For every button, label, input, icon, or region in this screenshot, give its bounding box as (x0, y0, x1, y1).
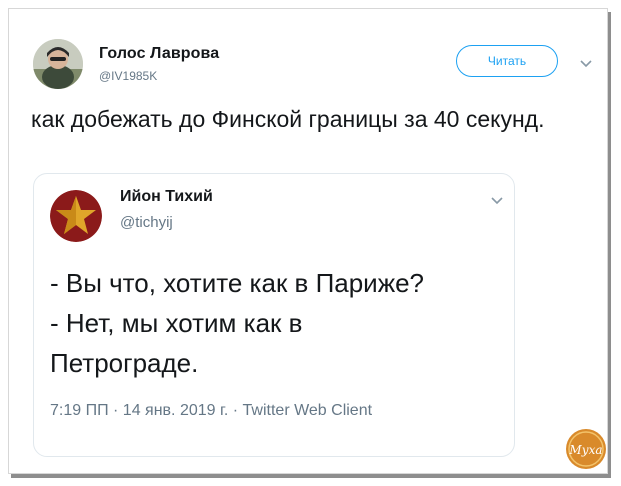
quoted-text-line: Петрограде. (50, 348, 199, 378)
follow-button[interactable]: Читать (456, 45, 558, 77)
quoted-tweet[interactable]: Ийон Тихий @tichyij - Вы что, хотите как… (33, 173, 515, 457)
quoted-author-avatar[interactable] (50, 190, 102, 242)
chevron-down-icon[interactable] (490, 196, 504, 206)
watermark-logo: Муха (564, 427, 608, 471)
author-avatar[interactable] (33, 39, 83, 89)
chevron-down-icon[interactable] (579, 59, 593, 69)
author-avatar-image (33, 39, 83, 89)
quoted-author-name[interactable]: Ийон Тихий (120, 188, 213, 206)
quoted-author-handle[interactable]: @tichyij (120, 214, 173, 231)
tweet-screenshot-frame: Голос Лаврова @IV1985K Читать как добежа… (8, 8, 608, 474)
tweet-text: как добежать до Финской границы за 40 се… (31, 106, 545, 132)
author-name[interactable]: Голос Лаврова (99, 45, 219, 63)
quoted-text-line: - Вы что, хотите как в Париже? (50, 268, 425, 298)
quoted-timestamp[interactable]: 7:19 ПП · 14 янв. 2019 г. · Twitter Web … (50, 402, 372, 420)
star-icon (50, 190, 102, 242)
quoted-text-line: - Нет, мы хотим как в (50, 308, 303, 338)
author-handle[interactable]: @IV1985K (99, 69, 157, 83)
watermark-text: Муха (568, 443, 602, 457)
